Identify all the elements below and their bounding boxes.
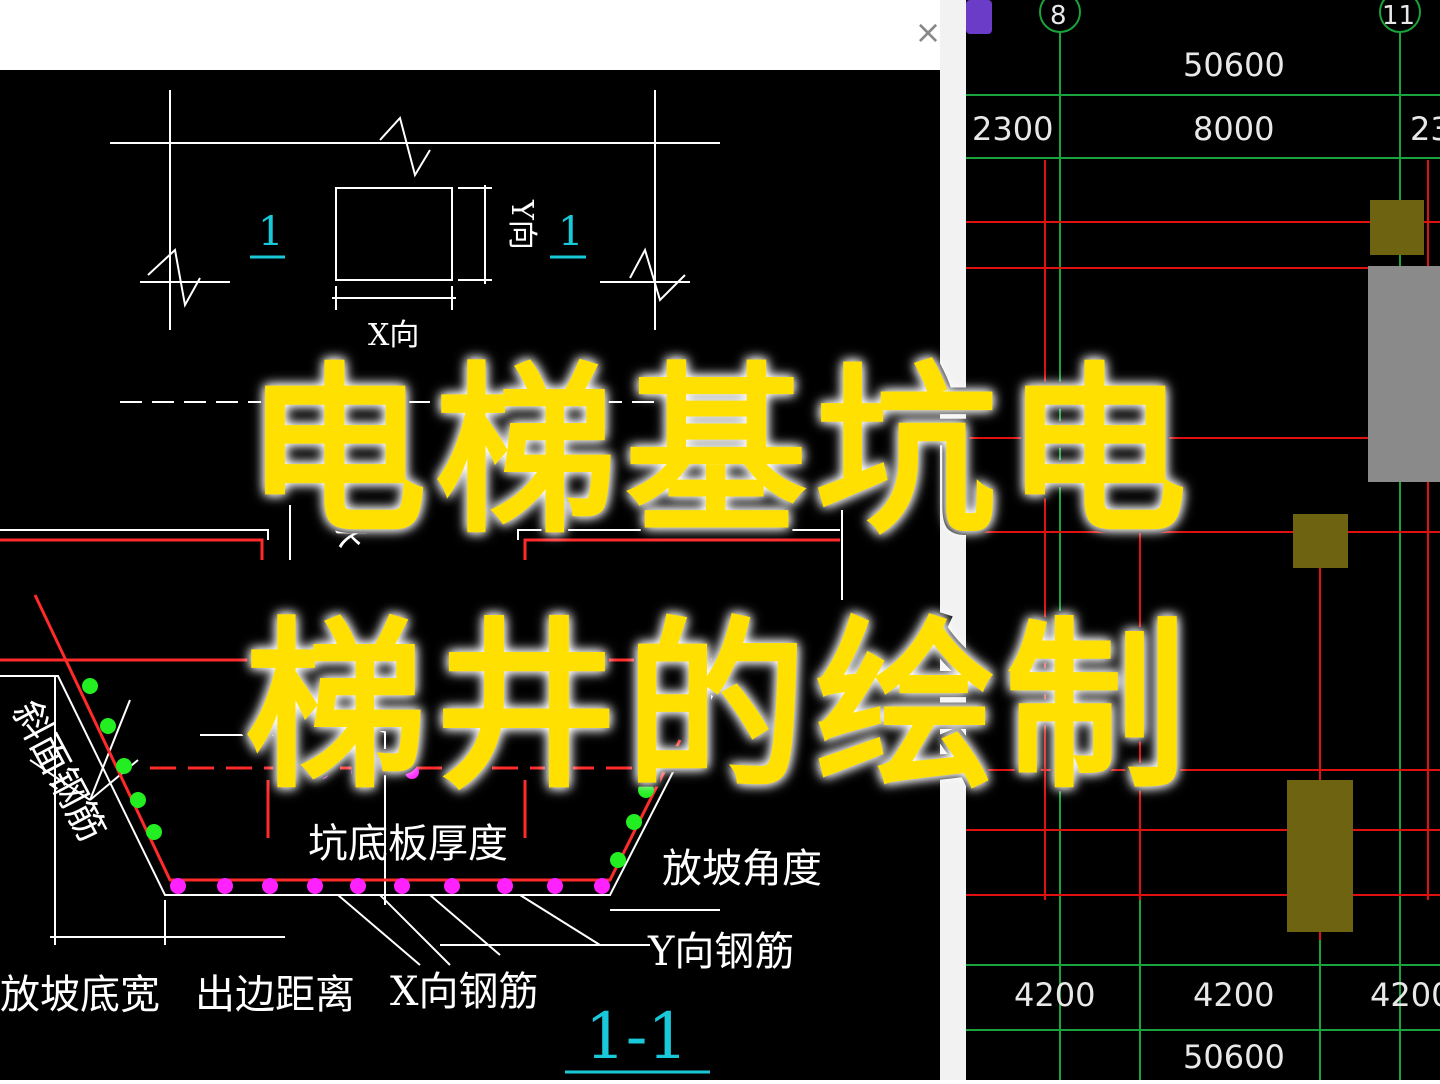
total-dim-bottom: 50600 bbox=[1183, 1038, 1285, 1076]
elevator-plan-view: 8 11 50600 2300 8000 2 4200 4200 420 506… bbox=[966, 0, 1440, 1080]
slope-angle-label: 放坡角度 bbox=[662, 846, 822, 892]
dim-top-1: 2300 bbox=[972, 110, 1053, 148]
dim-bottom-1: 4200 bbox=[1014, 976, 1095, 1014]
detail-dialog: × 1 1 Y向 X向 水 及 斜面钢筋 坑底板厚度 放坡角度 Y向钢筋 放坡底… bbox=[0, 0, 941, 1080]
x-direction-label: X向 bbox=[368, 318, 419, 353]
slope-rebar-label: 斜面钢筋 bbox=[4, 694, 114, 849]
x-rebar-label: X向钢筋 bbox=[390, 969, 538, 1015]
edge-distance-label: 出边距离 bbox=[195, 972, 355, 1018]
partial-label-water: 水 bbox=[329, 515, 369, 549]
section-mark-left: 1 bbox=[258, 209, 283, 255]
column-mid bbox=[1293, 514, 1348, 568]
dim-bottom-3: 4200 bbox=[1370, 976, 1440, 1014]
shaft-wall bbox=[1368, 266, 1440, 482]
app-icon bbox=[966, 0, 992, 34]
axis-label-8: 8 bbox=[1050, 1, 1067, 31]
section-title: 1-1 bbox=[585, 1000, 688, 1074]
column-bottom bbox=[1287, 780, 1353, 932]
y-direction-label: Y向 bbox=[504, 199, 539, 250]
slope-bottom-width-label: 放坡底宽 bbox=[0, 972, 160, 1018]
axis-label-11: 11 bbox=[1382, 1, 1415, 31]
pit-thickness-label: 坑底板厚度 bbox=[308, 821, 508, 867]
column-top bbox=[1370, 200, 1424, 255]
window-gap bbox=[940, 0, 966, 1080]
dim-bottom-2: 4200 bbox=[1193, 976, 1274, 1014]
pit-plan-sketch bbox=[110, 90, 720, 403]
section-mark-right: 1 bbox=[558, 209, 583, 255]
dim-top-3: 23 bbox=[1410, 110, 1440, 148]
total-dim-top: 50600 bbox=[1183, 46, 1285, 84]
pit-detail-drawing: 1 1 Y向 X向 水 及 斜面钢筋 坑底板厚度 放坡角度 Y向钢筋 放坡底宽 … bbox=[0, 70, 940, 1080]
partial-label-ji: 及 bbox=[350, 695, 388, 739]
y-rebar-label: Y向钢筋 bbox=[647, 929, 794, 975]
dim-top-2: 8000 bbox=[1193, 110, 1274, 148]
section-outline bbox=[0, 505, 843, 966]
